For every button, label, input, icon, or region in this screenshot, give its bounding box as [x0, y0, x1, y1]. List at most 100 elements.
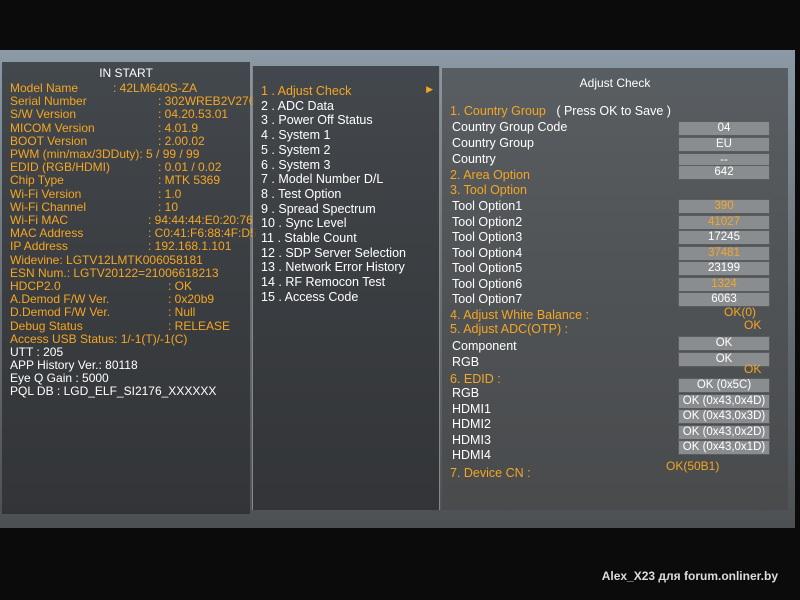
info-row: D.Demod F/W Ver.: Null [10, 306, 195, 319]
menu-item[interactable]: 11 . Stable Count [261, 231, 357, 245]
info-value: : 0.01 / 0.02 [158, 160, 222, 175]
edid-heading: 6. EDID : [450, 372, 501, 386]
info-row: EDID (RGB/HDMI): 0.01 / 0.02 [10, 161, 221, 174]
info-label: MICOM Version [10, 120, 95, 135]
edid-row-label: HDMI1 [452, 401, 491, 416]
info-value: : 1.0 [158, 186, 182, 201]
info-value: : C0:41:F6:88:4F:D5 [148, 226, 257, 241]
info-row: Chip Type : MTK 5369 [10, 173, 220, 188]
adc-row-label: RGB [452, 355, 480, 369]
menu-item[interactable]: 10 . Sync Level [261, 216, 346, 230]
info-label: Debug Status [10, 318, 83, 333]
tool-option-heading: 3. Tool Option [450, 183, 527, 197]
country-row-label: Country Group [452, 136, 534, 150]
info-row: Serial Number: 302WREB2V276 [10, 94, 255, 109]
info-value: : 10 [158, 199, 179, 214]
menu-item[interactable]: 14 . RF Remocon Test [261, 275, 385, 289]
info-row: Wi-Fi MAC : 94:44:44:E0:20:76 [10, 213, 253, 227]
info-value: : 5 / 99 / 99 [139, 147, 200, 161]
arrow-right-icon: ▶ [426, 84, 433, 94]
service-menu: 1 . Adjust Check 2 . ADC Data 3 . Power Of… [252, 66, 440, 510]
edid-row-label: HDMI2 [452, 417, 491, 431]
area-option-value: 642 [678, 165, 770, 180]
info-value: : 4.01.9 [158, 120, 199, 135]
info-row: Access USB Status: 1/-1(T)/-1(C) [10, 332, 187, 346]
info-label: HDCP2.0 [10, 279, 61, 293]
info-label: ESN Num. [10, 265, 67, 280]
menu-item[interactable]: 12 . SDP Server Selection [261, 246, 406, 260]
menu-item[interactable]: 8 . Test Option [261, 187, 341, 201]
info-label: Serial Number [10, 94, 87, 109]
edid-row-label: HDMI3 [452, 432, 491, 447]
info-label: BOOT Version [10, 133, 88, 148]
info-label: Model Name [10, 81, 79, 95]
menu-item[interactable]: 7 . Model Number D/L [261, 172, 383, 186]
in-start-title: IN START [99, 66, 153, 80]
info-label: IP Address [10, 239, 68, 254]
info-row: Debug Status : RELEASE [10, 318, 230, 333]
menu-item[interactable]: 1 . Adjust Check [261, 84, 351, 98]
info-value: : MTK 5369 [158, 173, 221, 188]
info-row: MICOM Version : 4.01.9 [10, 120, 198, 135]
info-row: MAC Address: C0:41:F6:88:4F:D5 [10, 227, 257, 240]
info-row: ESN Num.: LGTV20122=21006618213 [10, 265, 219, 280]
tool-option-label: Tool Option3 [452, 230, 523, 244]
tool-option-label: Tool Option5 [452, 261, 523, 275]
info-row: A.Demod F/W Ver.: 0x20b9 [10, 293, 214, 306]
tool-option-label: Tool Option7 [452, 292, 523, 306]
menu-item[interactable]: 9 . Spread Spectrum [261, 202, 376, 216]
info-value: : 94:44:44:E0:20:76 [148, 213, 253, 227]
edid-row-value: OK (0x5C) [678, 378, 770, 393]
info-value: : 0x20b9 [168, 292, 215, 307]
info-value: : 192.168.1.101 [148, 239, 232, 254]
info-label: S/W Version [10, 107, 77, 122]
adc-row-label: Component [452, 339, 517, 353]
info-value: : LGTV20122=21006618213 [66, 265, 219, 280]
info-value: : RELEASE [168, 318, 231, 333]
menu-item[interactable]: 6 . System 3 [261, 158, 330, 172]
adjust-check-title: Adjust Check [579, 76, 651, 90]
tool-option-label: Tool Option4 [452, 245, 523, 260]
info-row: HDCP2.0: OK [10, 279, 192, 293]
tool-option-value: 23199 [678, 261, 770, 276]
info-label: Wi-Fi Channel [10, 199, 87, 214]
adc-value: OK [744, 318, 762, 332]
country-row-label: Country Group Code [452, 120, 568, 134]
country-row-label: Country [452, 152, 496, 166]
info-value: : 42LM640S-ZA [113, 81, 198, 95]
white-balance-value: OK(0) [724, 305, 757, 319]
menu-item[interactable]: 5 . System 2 [261, 143, 330, 157]
device-cn-heading: 7. Device CN : [450, 466, 531, 480]
country-group-heading: 1. Country Group ( Press OK to Save ) [450, 104, 671, 118]
country-row-value: 04 [678, 121, 770, 136]
info-value: : 2.00.02 [158, 133, 205, 148]
edid-row-value: OK (0x43,0x1D) [678, 440, 770, 455]
adjust-check-panel: Adjust Check 1. Country Group ( Press OK… [442, 68, 788, 510]
device-cn-value: OK(50B1) [666, 459, 720, 473]
info-label: Chip Type [10, 173, 64, 188]
info-value: : Null [168, 305, 196, 320]
menu-item[interactable]: 15 . Access Code [261, 290, 358, 304]
info-label: Wi-Fi MAC [10, 213, 68, 227]
info-row: S/W Version: 04.20.53.01 [10, 107, 228, 122]
edid-row-value: OK (0x43,0x2D) [678, 424, 770, 440]
edid-row-label: RGB [452, 386, 480, 400]
menu-item[interactable]: 3 . Power Off Status [261, 113, 373, 127]
info-row: BOOT Version : 2.00.02 [10, 133, 205, 148]
info-label: Wi-Fi Version [10, 186, 82, 201]
menu-item[interactable]: 4 . System 1 [261, 128, 330, 142]
tool-option-label: Tool Option6 [452, 276, 523, 291]
in-start-panel: IN START Model Name: 42LM640S-ZA Serial N… [2, 62, 257, 514]
info-row: PWM (min/max/3DDuty): 5 / 99 / 99 [10, 148, 199, 161]
info-row: Widevine: LGTV12LMTK006058181 [10, 253, 203, 267]
menu-item[interactable]: 2 . ADC Data [261, 99, 334, 113]
tool-option-value: 17245 [678, 230, 770, 245]
edid-row-value: OK (0x43,0x4D) [678, 393, 770, 409]
menu-item[interactable]: 13 . Network Error History [261, 260, 405, 274]
adc-row-value: OK [678, 336, 770, 351]
info-row: Wi-Fi Version : 1.0 [10, 186, 181, 201]
press-ok-hint: ( Press OK to Save ) [556, 104, 671, 118]
tool-option-label: Tool Option1 [452, 199, 523, 213]
info-row: Wi-Fi Channel : 10 [10, 199, 178, 214]
tool-option-label: Tool Option2 [452, 214, 523, 229]
